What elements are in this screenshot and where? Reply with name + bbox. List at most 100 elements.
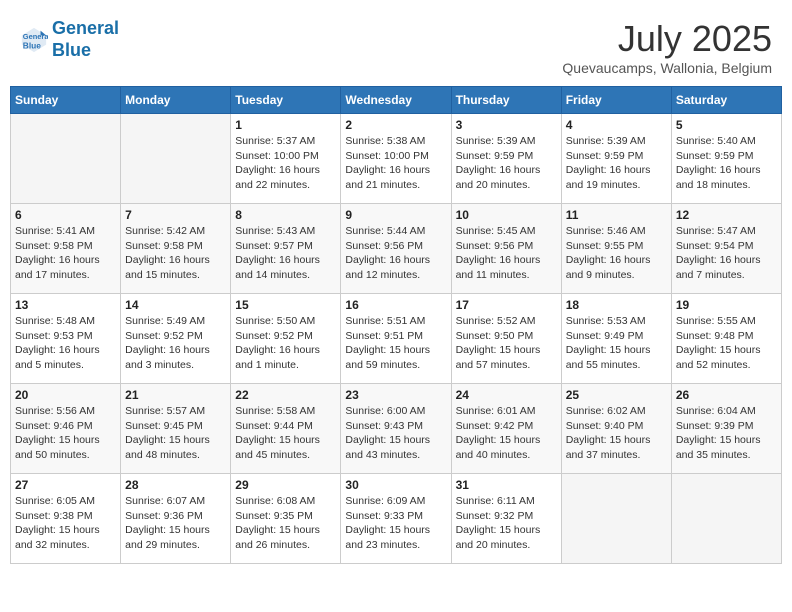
calendar-cell: 5 Sunrise: 5:40 AM Sunset: 9:59 PM Daylig… <box>671 114 781 204</box>
calendar-cell <box>11 114 121 204</box>
calendar-cell: 14 Sunrise: 5:49 AM Sunset: 9:52 PM Dayli… <box>121 294 231 384</box>
day-number: 26 <box>676 388 777 402</box>
day-number: 14 <box>125 298 226 312</box>
day-info: Sunrise: 5:57 AM Sunset: 9:45 PM Dayligh… <box>125 404 226 463</box>
calendar-cell: 26 Sunrise: 6:04 AM Sunset: 9:39 PM Dayli… <box>671 384 781 474</box>
logo: General Blue General Blue <box>20 18 119 61</box>
month-title: July 2025 <box>562 18 772 60</box>
calendar-cell <box>561 474 671 564</box>
day-number: 21 <box>125 388 226 402</box>
day-number: 23 <box>345 388 446 402</box>
calendar-cell: 22 Sunrise: 5:58 AM Sunset: 9:44 PM Dayli… <box>231 384 341 474</box>
calendar-cell: 4 Sunrise: 5:39 AM Sunset: 9:59 PM Daylig… <box>561 114 671 204</box>
day-number: 16 <box>345 298 446 312</box>
day-number: 20 <box>15 388 116 402</box>
day-info: Sunrise: 5:37 AM Sunset: 10:00 PM Daylig… <box>235 134 336 193</box>
day-info: Sunrise: 6:00 AM Sunset: 9:43 PM Dayligh… <box>345 404 446 463</box>
day-info: Sunrise: 5:48 AM Sunset: 9:53 PM Dayligh… <box>15 314 116 373</box>
day-info: Sunrise: 5:51 AM Sunset: 9:51 PM Dayligh… <box>345 314 446 373</box>
calendar-week-4: 20 Sunrise: 5:56 AM Sunset: 9:46 PM Dayli… <box>11 384 782 474</box>
day-info: Sunrise: 5:50 AM Sunset: 9:52 PM Dayligh… <box>235 314 336 373</box>
day-number: 5 <box>676 118 777 132</box>
day-info: Sunrise: 5:42 AM Sunset: 9:58 PM Dayligh… <box>125 224 226 283</box>
day-info: Sunrise: 6:11 AM Sunset: 9:32 PM Dayligh… <box>456 494 557 553</box>
day-info: Sunrise: 5:49 AM Sunset: 9:52 PM Dayligh… <box>125 314 226 373</box>
calendar-cell: 19 Sunrise: 5:55 AM Sunset: 9:48 PM Dayli… <box>671 294 781 384</box>
day-number: 7 <box>125 208 226 222</box>
page-header: General Blue General Blue July 2025 Quev… <box>10 10 782 80</box>
day-info: Sunrise: 5:40 AM Sunset: 9:59 PM Dayligh… <box>676 134 777 193</box>
day-number: 13 <box>15 298 116 312</box>
calendar-cell: 23 Sunrise: 6:00 AM Sunset: 9:43 PM Dayli… <box>341 384 451 474</box>
day-number: 27 <box>15 478 116 492</box>
day-number: 11 <box>566 208 667 222</box>
day-number: 28 <box>125 478 226 492</box>
day-number: 25 <box>566 388 667 402</box>
day-info: Sunrise: 6:08 AM Sunset: 9:35 PM Dayligh… <box>235 494 336 553</box>
weekday-header-thursday: Thursday <box>451 87 561 114</box>
day-number: 17 <box>456 298 557 312</box>
calendar-cell: 10 Sunrise: 5:45 AM Sunset: 9:56 PM Dayli… <box>451 204 561 294</box>
day-info: Sunrise: 5:46 AM Sunset: 9:55 PM Dayligh… <box>566 224 667 283</box>
day-number: 1 <box>235 118 336 132</box>
calendar-cell: 8 Sunrise: 5:43 AM Sunset: 9:57 PM Daylig… <box>231 204 341 294</box>
location-subtitle: Quevaucamps, Wallonia, Belgium <box>562 60 772 76</box>
day-info: Sunrise: 6:04 AM Sunset: 9:39 PM Dayligh… <box>676 404 777 463</box>
day-info: Sunrise: 5:55 AM Sunset: 9:48 PM Dayligh… <box>676 314 777 373</box>
calendar-cell: 1 Sunrise: 5:37 AM Sunset: 10:00 PM Dayli… <box>231 114 341 204</box>
calendar-cell: 9 Sunrise: 5:44 AM Sunset: 9:56 PM Daylig… <box>341 204 451 294</box>
calendar-cell: 13 Sunrise: 5:48 AM Sunset: 9:53 PM Dayli… <box>11 294 121 384</box>
day-number: 10 <box>456 208 557 222</box>
calendar-cell: 17Sunrise: 5:52 AM Sunset: 9:50 PM Dayli… <box>451 294 561 384</box>
calendar-cell: 7 Sunrise: 5:42 AM Sunset: 9:58 PM Daylig… <box>121 204 231 294</box>
day-number: 19 <box>676 298 777 312</box>
day-number: 2 <box>345 118 446 132</box>
calendar-cell: 11 Sunrise: 5:46 AM Sunset: 9:55 PM Dayli… <box>561 204 671 294</box>
calendar-cell: 25Sunrise: 6:02 AM Sunset: 9:40 PM Dayli… <box>561 384 671 474</box>
calendar-cell <box>671 474 781 564</box>
day-info: Sunrise: 5:58 AM Sunset: 9:44 PM Dayligh… <box>235 404 336 463</box>
calendar-cell: 27 Sunrise: 6:05 AM Sunset: 9:38 PM Dayli… <box>11 474 121 564</box>
day-number: 9 <box>345 208 446 222</box>
calendar-cell: 3Sunrise: 5:39 AM Sunset: 9:59 PM Daylig… <box>451 114 561 204</box>
calendar-week-5: 27 Sunrise: 6:05 AM Sunset: 9:38 PM Dayli… <box>11 474 782 564</box>
calendar-body: 1 Sunrise: 5:37 AM Sunset: 10:00 PM Dayli… <box>11 114 782 564</box>
calendar-cell: 31 Sunrise: 6:11 AM Sunset: 9:32 PM Dayli… <box>451 474 561 564</box>
weekday-header-monday: Monday <box>121 87 231 114</box>
calendar-week-2: 6 Sunrise: 5:41 AM Sunset: 9:58 PM Daylig… <box>11 204 782 294</box>
day-number: 22 <box>235 388 336 402</box>
logo-icon: General Blue <box>20 26 48 54</box>
day-info: Sunrise: 5:38 AM Sunset: 10:00 PM Daylig… <box>345 134 446 193</box>
day-info: Sunrise: 5:44 AM Sunset: 9:56 PM Dayligh… <box>345 224 446 283</box>
weekday-header-saturday: Saturday <box>671 87 781 114</box>
calendar-cell: 15 Sunrise: 5:50 AM Sunset: 9:52 PM Dayli… <box>231 294 341 384</box>
day-info: Sunrise: 6:05 AM Sunset: 9:38 PM Dayligh… <box>15 494 116 553</box>
calendar-cell: 6 Sunrise: 5:41 AM Sunset: 9:58 PM Daylig… <box>11 204 121 294</box>
svg-text:Blue: Blue <box>23 40 41 50</box>
calendar-week-1: 1 Sunrise: 5:37 AM Sunset: 10:00 PM Dayli… <box>11 114 782 204</box>
day-number: 31 <box>456 478 557 492</box>
day-info: Sunrise: 6:01 AM Sunset: 9:42 PM Dayligh… <box>456 404 557 463</box>
weekday-header-row: SundayMondayTuesdayWednesdayThursdayFrid… <box>11 87 782 114</box>
day-info: Sunrise: 5:47 AM Sunset: 9:54 PM Dayligh… <box>676 224 777 283</box>
calendar-cell: 12 Sunrise: 5:47 AM Sunset: 9:54 PM Dayli… <box>671 204 781 294</box>
day-number: 12 <box>676 208 777 222</box>
day-number: 4 <box>566 118 667 132</box>
day-info: Sunrise: 5:41 AM Sunset: 9:58 PM Dayligh… <box>15 224 116 283</box>
day-info: Sunrise: 5:56 AM Sunset: 9:46 PM Dayligh… <box>15 404 116 463</box>
calendar-week-3: 13 Sunrise: 5:48 AM Sunset: 9:53 PM Dayli… <box>11 294 782 384</box>
day-number: 24 <box>456 388 557 402</box>
logo-text: General Blue <box>52 18 119 61</box>
day-number: 29 <box>235 478 336 492</box>
day-info: Sunrise: 5:45 AM Sunset: 9:56 PM Dayligh… <box>456 224 557 283</box>
day-number: 3 <box>456 118 557 132</box>
day-info: Sunrise: 5:39 AM Sunset: 9:59 PM Dayligh… <box>566 134 667 193</box>
weekday-header-sunday: Sunday <box>11 87 121 114</box>
day-number: 8 <box>235 208 336 222</box>
day-number: 15 <box>235 298 336 312</box>
calendar-cell: 28Sunrise: 6:07 AM Sunset: 9:36 PM Dayli… <box>121 474 231 564</box>
day-info: Sunrise: 5:43 AM Sunset: 9:57 PM Dayligh… <box>235 224 336 283</box>
day-info: Sunrise: 5:53 AM Sunset: 9:49 PM Dayligh… <box>566 314 667 373</box>
day-number: 6 <box>15 208 116 222</box>
calendar-cell: 29 Sunrise: 6:08 AM Sunset: 9:35 PM Dayli… <box>231 474 341 564</box>
